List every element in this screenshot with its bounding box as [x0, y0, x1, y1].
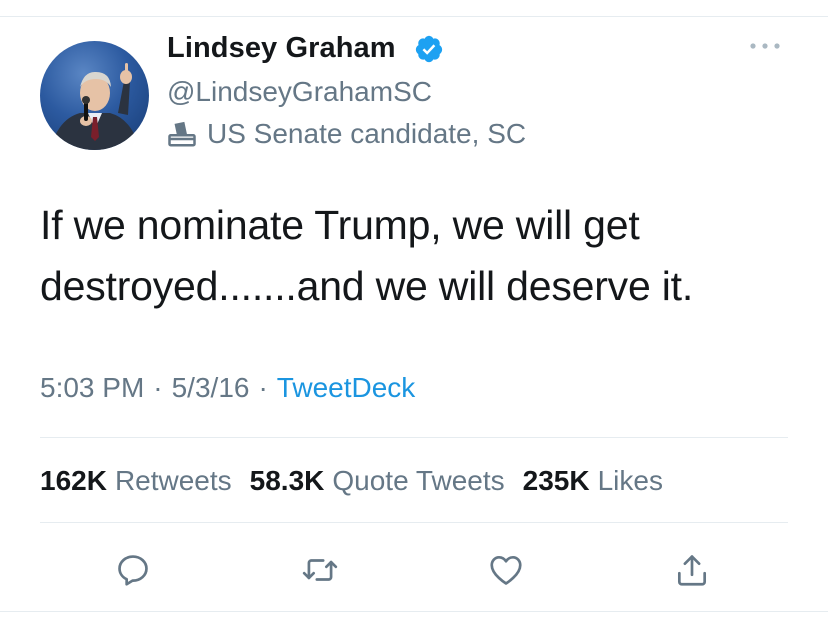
avatar[interactable]: [40, 41, 149, 150]
verified-badge-icon: [415, 35, 443, 63]
ballot-box-icon: [168, 121, 196, 147]
tweet-source-link[interactable]: TweetDeck: [277, 372, 416, 404]
meta-separator: ·: [153, 372, 163, 403]
top-divider: [0, 16, 828, 17]
quote-tweets-count: 58.3K: [249, 465, 325, 496]
stats-top-divider: [40, 437, 788, 438]
tweet-text-line: destroyed.......and we will deserve it.: [40, 263, 694, 309]
author-name[interactable]: Lindsey Graham: [167, 32, 396, 65]
share-button[interactable]: [672, 550, 712, 590]
tweet-stats: 162K Retweets 58.3K Quote Tweets 235K Likes: [40, 465, 681, 497]
bottom-divider: [0, 611, 828, 612]
meta-separator: ·: [258, 372, 268, 403]
likes-count: 235K: [522, 465, 590, 496]
retweet-icon: [302, 559, 338, 581]
author-handle[interactable]: @LindseyGrahamSC: [167, 76, 432, 108]
stats-bottom-divider: [40, 522, 788, 523]
heart-icon: [490, 555, 522, 585]
tweet-time[interactable]: 5:03 PM: [40, 372, 144, 404]
account-label: US Senate candidate, SC: [167, 118, 526, 150]
tweet-text-line: If we nominate Trump, we will get: [40, 202, 640, 248]
likes-label: Likes: [597, 465, 663, 496]
like-button[interactable]: [486, 550, 526, 590]
avatar-photo: [50, 63, 140, 150]
retweet-button[interactable]: [300, 550, 340, 590]
retweets-count: 162K: [40, 465, 107, 496]
share-icon: [677, 555, 707, 586]
retweets-stat[interactable]: 162K Retweets: [40, 465, 232, 497]
quote-tweets-stat[interactable]: 58.3K Quote Tweets: [250, 465, 505, 497]
retweets-label: Retweets: [114, 465, 232, 496]
reply-icon: [118, 555, 148, 586]
quote-tweets-label: Quote Tweets: [332, 465, 505, 496]
account-label-text: US Senate candidate, SC: [207, 118, 527, 149]
tweet-actions: [0, 550, 828, 590]
likes-stat[interactable]: 235K Likes: [523, 465, 663, 497]
tweet-meta: 5:03 PM · 5/3/16 · TweetDeck: [40, 372, 415, 404]
more-dots-icon[interactable]: [745, 36, 785, 56]
tweet-date[interactable]: 5/3/16: [172, 372, 250, 404]
tweet-text: If we nominate Trump, we will get destro…: [40, 195, 800, 317]
reply-button[interactable]: [113, 550, 153, 590]
